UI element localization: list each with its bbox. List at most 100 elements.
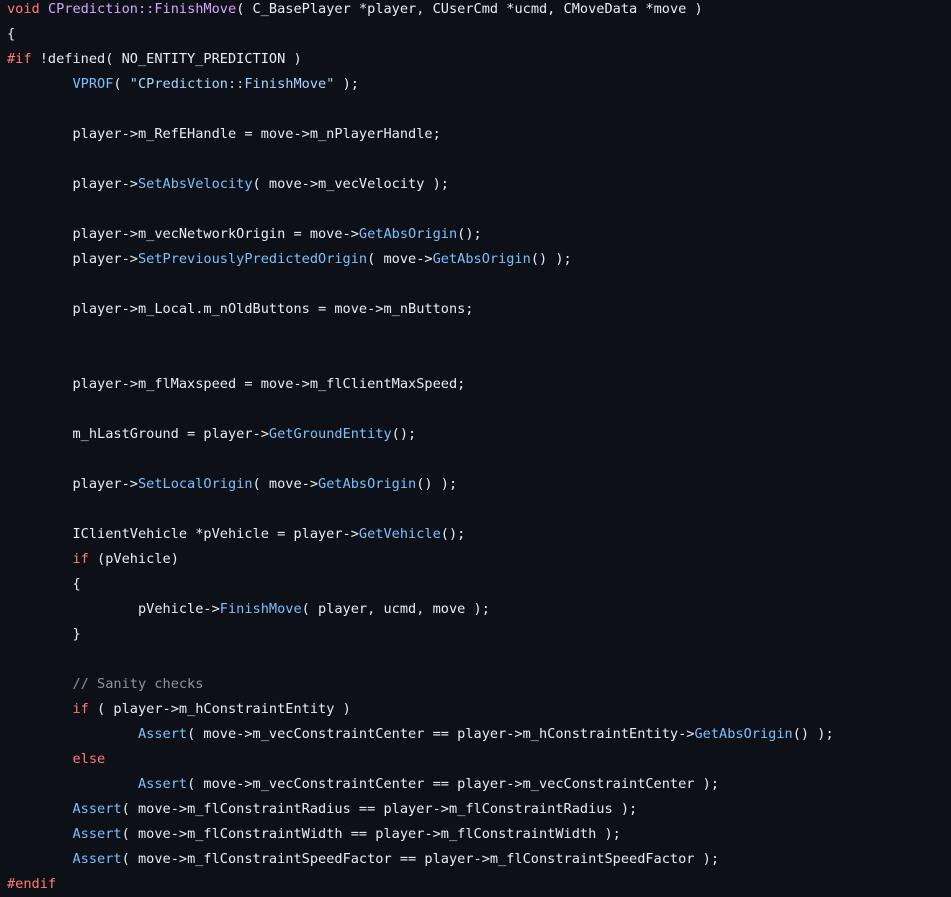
code-line: player->m_Local.m_nOldButtons = move->m_… xyxy=(7,297,834,322)
code-token-call: GetAbsOrigin xyxy=(694,726,793,742)
code-token-plain: player->m_RefEHandle = move->m_nPlayerHa… xyxy=(7,126,441,142)
code-line: else xyxy=(7,747,834,772)
code-line: Assert( move->m_flConstraintRadius == pl… xyxy=(7,797,834,822)
code-token-plain: ( move->m_flConstraintRadius == player->… xyxy=(121,801,638,817)
code-token-call: FinishMove xyxy=(219,601,302,617)
code-token-plain: ( move->m_flConstraintSpeedFactor == pla… xyxy=(121,851,720,867)
code-line: player->m_RefEHandle = move->m_nPlayerHa… xyxy=(7,122,834,147)
code-token-plain: ( move->m_vecVelocity ); xyxy=(252,176,449,192)
code-token-plain: ( C_BasePlayer *player, CUserCmd *ucmd, … xyxy=(236,1,703,17)
code-token-plain: ( move-> xyxy=(252,476,319,492)
code-token-plain: () ); xyxy=(416,476,458,492)
code-line: player->SetLocalOrigin( move->GetAbsOrig… xyxy=(7,472,834,497)
code-block: void CPrediction::FinishMove( C_BasePlay… xyxy=(7,0,834,897)
code-line: { xyxy=(7,22,834,47)
code-token-plain: player->m_Local.m_nOldButtons = move->m_… xyxy=(7,301,474,317)
code-token-plain: player->m_flMaxspeed = move->m_flClientM… xyxy=(7,376,466,392)
code-line: // Sanity checks xyxy=(7,672,834,697)
code-token-call: VPROF xyxy=(72,76,114,92)
code-line: IClientVehicle *pVehicle = player->GetVe… xyxy=(7,522,834,547)
code-token-fn: CPrediction::FinishMove xyxy=(47,1,237,17)
code-token-call: GetAbsOrigin xyxy=(318,476,417,492)
code-token-plain: m_hLastGround = player-> xyxy=(7,426,269,442)
code-token-plain: (); xyxy=(440,526,466,542)
code-token-plain: IClientVehicle *pVehicle = player-> xyxy=(7,526,359,542)
code-token-plain: (pVehicle) xyxy=(88,551,179,567)
code-token-plain: player-> xyxy=(7,251,138,267)
code-line: Assert( move->m_flConstraintSpeedFactor … xyxy=(7,847,834,872)
code-token-call: SetAbsVelocity xyxy=(137,176,253,192)
code-line: } xyxy=(7,622,834,647)
code-token-plain: () ); xyxy=(530,251,572,267)
code-line: Assert( move->m_vecConstraintCenter == p… xyxy=(7,772,834,797)
code-token-call: GetVehicle xyxy=(358,526,441,542)
code-token-call: GetGroundEntity xyxy=(268,426,392,442)
code-token-call: SetPreviouslyPredictedOrigin xyxy=(137,251,368,267)
code-token-plain: ( xyxy=(113,76,130,92)
code-line: player->m_vecNetworkOrigin = move->GetAb… xyxy=(7,222,834,247)
code-token-plain: ( move-> xyxy=(367,251,433,267)
code-token-kw: else xyxy=(72,751,106,767)
code-token-plain: } xyxy=(7,626,81,642)
code-line: #endif xyxy=(7,872,834,897)
code-token-plain: ( move->m_vecConstraintCenter == player-… xyxy=(187,776,720,792)
code-token-cm: // Sanity checks xyxy=(72,676,204,692)
code-token-plain: (); xyxy=(457,226,482,242)
code-line: if ( player->m_hConstraintEntity ) xyxy=(7,697,834,722)
code-token-plain: { xyxy=(7,26,16,42)
code-line: #if !defined( NO_ENTITY_PREDICTION ) xyxy=(7,47,834,72)
code-line: player->m_flMaxspeed = move->m_flClientM… xyxy=(7,372,834,397)
code-token-str: "CPrediction::FinishMove" xyxy=(129,76,335,92)
code-token-plain: () ); xyxy=(792,726,834,742)
code-token-call: Assert xyxy=(72,826,122,842)
code-token-plain: ( move->m_vecConstraintCenter == player-… xyxy=(187,726,695,742)
code-line: player->SetPreviouslyPredictedOrigin( mo… xyxy=(7,247,834,272)
code-token-pp: #if xyxy=(7,51,32,67)
code-line: m_hLastGround = player->GetGroundEntity(… xyxy=(7,422,834,447)
code-token-plain: ( player, ucmd, move ); xyxy=(301,601,490,617)
code-token-kw: void xyxy=(7,1,40,17)
code-token-call: Assert xyxy=(72,851,122,867)
code-token-kw: if xyxy=(72,701,89,717)
code-line: Assert( move->m_vecConstraintCenter == p… xyxy=(7,722,834,747)
code-token-call: Assert xyxy=(72,801,122,817)
code-token-call: SetLocalOrigin xyxy=(137,476,253,492)
code-token-plain: ( move->m_flConstraintWidth == player->m… xyxy=(121,826,621,842)
code-token-plain: !defined( NO_ENTITY_PREDICTION ) xyxy=(31,51,302,67)
code-token-plain: ( player->m_hConstraintEntity ) xyxy=(88,701,351,717)
code-token-pp: #endif xyxy=(7,876,57,892)
code-token-plain: player->m_vecNetworkOrigin = move-> xyxy=(7,226,359,242)
code-token-call: Assert xyxy=(137,776,188,792)
code-token-call: Assert xyxy=(137,726,188,742)
code-token-plain: pVehicle-> xyxy=(7,601,220,617)
code-line: VPROF( "CPrediction::FinishMove" ); xyxy=(7,72,834,97)
code-line: void CPrediction::FinishMove( C_BasePlay… xyxy=(7,0,834,22)
code-token-plain: player-> xyxy=(7,176,138,192)
code-token-plain: player-> xyxy=(7,476,138,492)
code-token-plain: ); xyxy=(334,76,359,92)
code-token-call: GetAbsOrigin xyxy=(432,251,531,267)
code-token-plain: (); xyxy=(391,426,417,442)
code-token-kw: if xyxy=(72,551,89,567)
code-line: pVehicle->FinishMove( player, ucmd, move… xyxy=(7,597,834,622)
code-token-call: GetAbsOrigin xyxy=(358,226,458,242)
code-line: Assert( move->m_flConstraintWidth == pla… xyxy=(7,822,834,847)
